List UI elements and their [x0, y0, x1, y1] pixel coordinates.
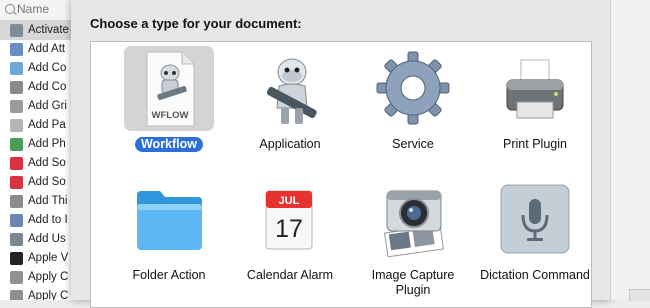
action-label: Add Us: [28, 233, 66, 245]
printer-icon: [490, 46, 580, 131]
action-list-item[interactable]: Add Us: [0, 230, 82, 249]
type-label: Service: [392, 137, 434, 151]
terminal-icon: [10, 252, 23, 265]
users-icon: [10, 233, 23, 246]
action-label: Add Gri: [28, 100, 67, 112]
search-icon: [5, 4, 15, 14]
action-list-item[interactable]: Add So: [0, 173, 82, 192]
action-label: Add Thi: [28, 195, 68, 207]
action-list-item[interactable]: Add Gri: [0, 97, 82, 116]
dialog-title: Choose a type for your document:: [90, 16, 302, 31]
type-label: Folder Action: [132, 268, 206, 282]
type-dictation-command[interactable]: Dictation Command: [474, 177, 596, 284]
mail-icon: [10, 43, 23, 56]
type-label: Calendar Alarm: [246, 268, 334, 282]
iphoto-icon: [10, 138, 23, 151]
action-label: Add So: [28, 157, 66, 169]
microphone-icon: [490, 177, 580, 262]
image-capture-icon: [368, 177, 458, 262]
action-label: Add Pa: [28, 119, 66, 131]
action-list-item[interactable]: Add So: [0, 154, 82, 173]
finder-icon: [10, 24, 23, 37]
action-list-item[interactable]: Activate: [0, 21, 82, 40]
action-label: Add Ph: [28, 138, 66, 150]
itunes-icon: [10, 176, 23, 189]
action-list-item[interactable]: Add Co: [0, 78, 82, 97]
action-label: Add to I: [28, 214, 68, 226]
type-grid: WFLOW Workflow Application Service Print…: [90, 41, 592, 308]
action-label: Add Att: [28, 43, 66, 55]
action-list-item[interactable]: Add Pa: [0, 116, 82, 135]
document-type-dialog: Choose a type for your document: WFLOW W…: [71, 0, 610, 308]
itunes-icon: [10, 157, 23, 170]
folder-icon: [124, 177, 214, 262]
type-image-capture-plugin[interactable]: Image Capture Plugin: [352, 177, 474, 299]
type-label: Workflow: [134, 137, 204, 152]
document-icon: [10, 119, 23, 132]
image-icon: [10, 271, 23, 284]
type-label: Image Capture Plugin: [371, 268, 455, 297]
action-list-item[interactable]: Add Co: [0, 59, 82, 78]
action-list-item[interactable]: Apply C: [0, 287, 82, 300]
wflow-badge: WFLOW: [152, 110, 189, 121]
action-label: Add Co: [28, 62, 67, 74]
type-folder-action[interactable]: Folder Action: [108, 177, 230, 284]
action-list-item[interactable]: Apple V: [0, 249, 82, 268]
window-edge: [610, 0, 650, 301]
search-bar: [0, 0, 82, 21]
workflow-document-icon: WFLOW: [124, 46, 214, 131]
type-label: Dictation Command: [480, 268, 590, 282]
type-label: Print Plugin: [503, 137, 567, 151]
type-application[interactable]: Application: [229, 46, 351, 153]
action-label: Activate: [28, 24, 69, 36]
action-list-item[interactable]: Apply C: [0, 268, 82, 287]
action-list-item[interactable]: Add Att: [0, 40, 82, 59]
action-list: Activate Add Att Add Co Add Co Add Gri Add Pa…: [0, 21, 82, 300]
automator-robot-icon: [245, 46, 335, 131]
action-label: Apply C: [28, 290, 69, 300]
action-label: Add Co: [28, 81, 67, 93]
magnifier-icon: [10, 62, 23, 75]
scripts-icon: [10, 81, 23, 94]
grid-icon: [10, 100, 23, 113]
type-print-plugin[interactable]: Print Plugin: [474, 46, 596, 153]
thumbnail-icon: [10, 195, 23, 208]
calendar-day: 17: [275, 215, 303, 243]
calendar-icon: JUL 17: [245, 177, 335, 262]
type-workflow[interactable]: WFLOW Workflow: [108, 46, 230, 153]
gear-icon: [368, 46, 458, 131]
document-icon: [10, 214, 23, 227]
search-input[interactable]: [17, 1, 77, 17]
action-label: Apply C: [28, 271, 69, 283]
type-calendar-alarm[interactable]: JUL 17 Calendar Alarm: [229, 177, 351, 284]
type-label: Application: [259, 137, 321, 151]
action-list-item[interactable]: Add Thi: [0, 192, 82, 211]
calendar-month: JUL: [279, 195, 300, 207]
window-corner: [629, 289, 650, 301]
type-service[interactable]: Service: [352, 46, 474, 153]
action-label: Add So: [28, 176, 66, 188]
action-label: Apple V: [28, 252, 69, 264]
image-icon: [10, 290, 23, 300]
action-list-item[interactable]: Add Ph: [0, 135, 82, 154]
action-list-item[interactable]: Add to I: [0, 211, 82, 230]
